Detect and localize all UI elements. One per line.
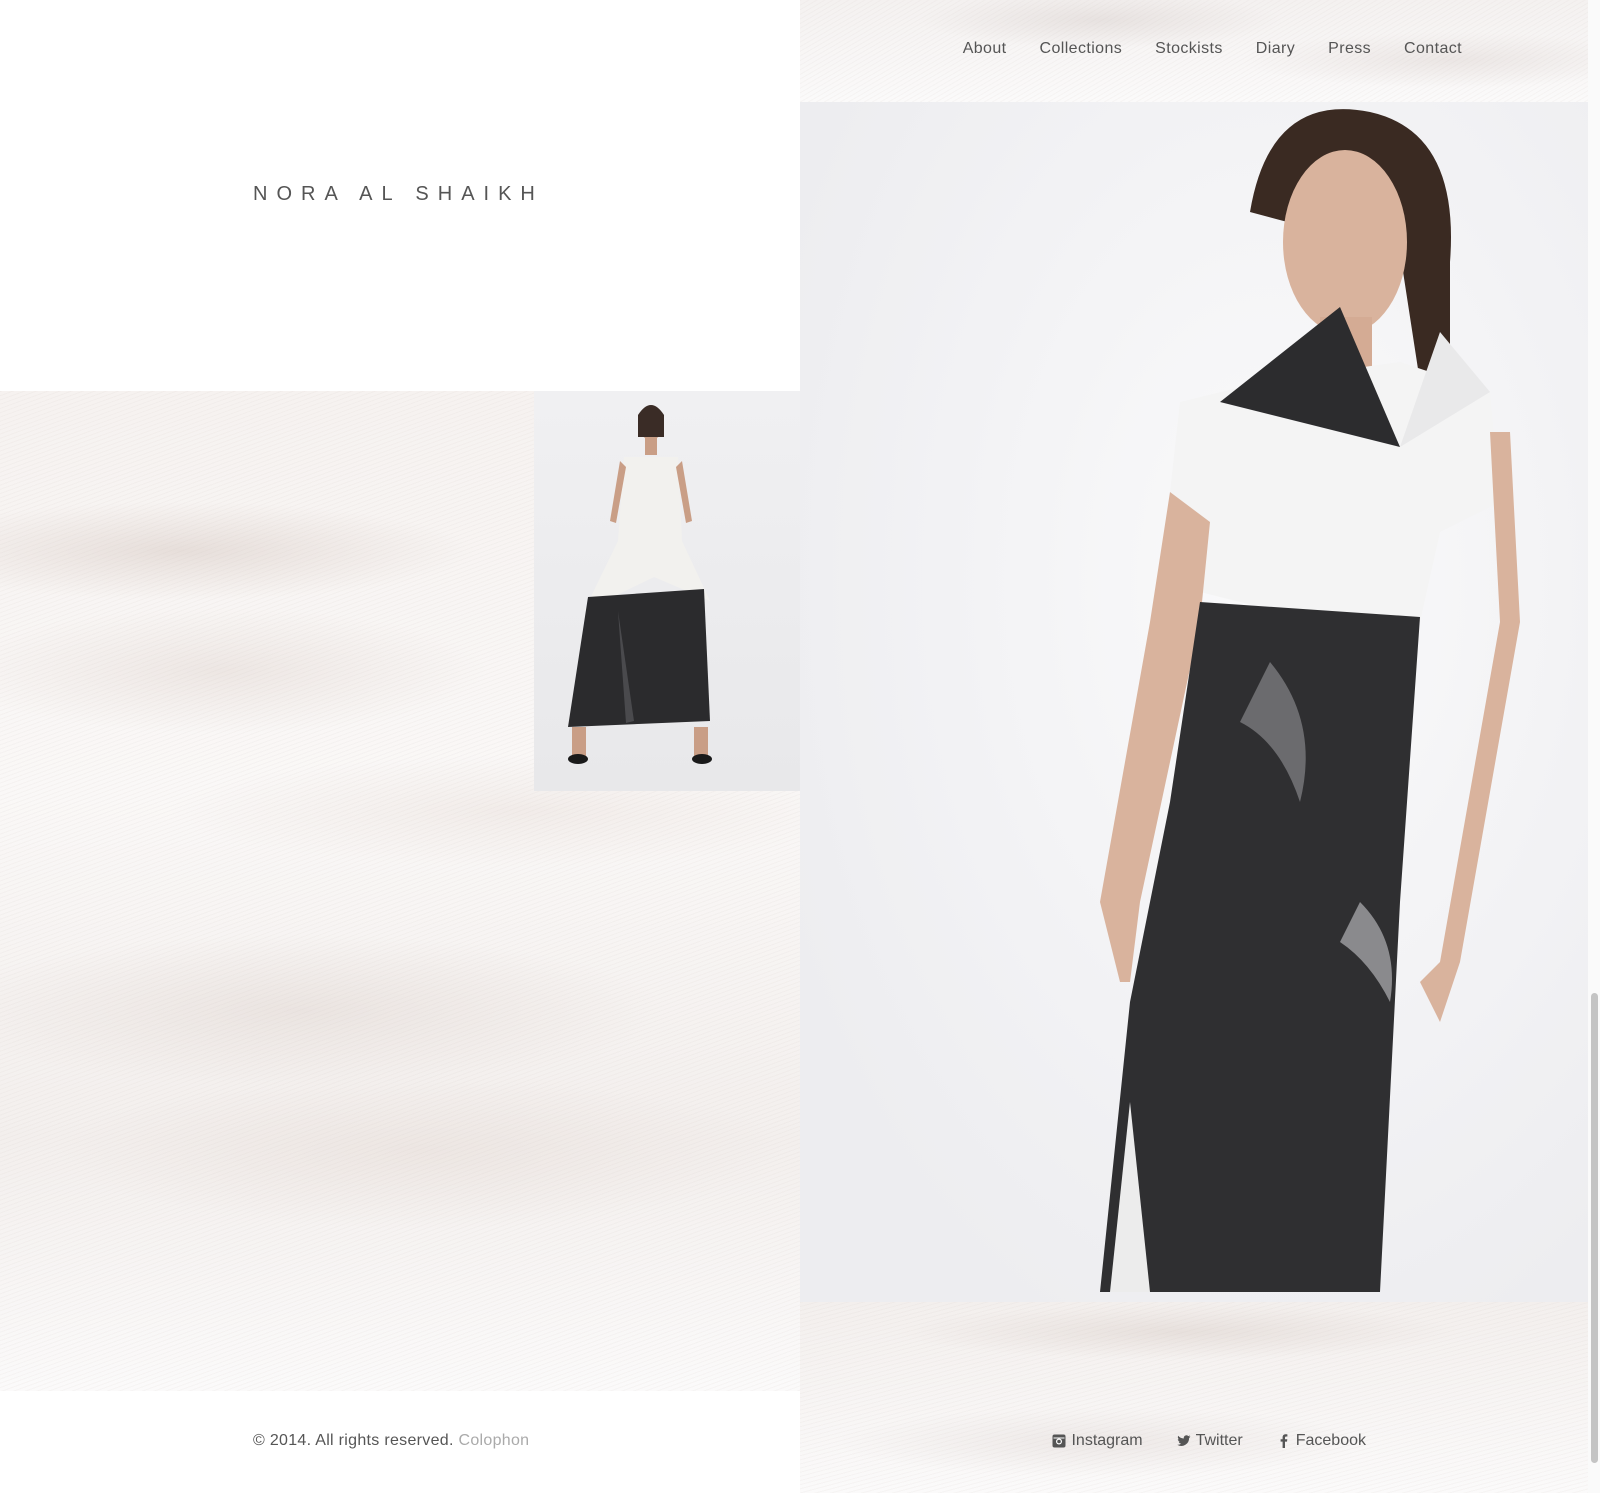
social-links: Instagram Twitter Facebook (1052, 1432, 1366, 1450)
nav-item-contact[interactable]: Contact (1404, 40, 1462, 58)
silk-background-bottom (800, 1302, 1588, 1493)
main-nav: About Collections Stockists Diary Press … (963, 40, 1462, 58)
facebook-link[interactable]: Facebook (1277, 1432, 1366, 1450)
facebook-label: Facebook (1295, 1432, 1366, 1449)
instagram-label: Instagram (1071, 1432, 1143, 1449)
nav-item-diary[interactable]: Diary (1256, 40, 1295, 58)
colophon-link[interactable]: Colophon (458, 1432, 529, 1449)
copyright-text: © 2014. All rights reserved. (253, 1432, 454, 1449)
copyright: © 2014. All rights reserved. Colophon (253, 1432, 529, 1450)
product-photo-large[interactable] (800, 102, 1588, 1302)
brand-logo[interactable]: NORA AL SHAIKH (253, 183, 544, 206)
instagram-link[interactable]: Instagram (1052, 1432, 1143, 1450)
twitter-label: Twitter (1195, 1432, 1243, 1449)
twitter-link[interactable]: Twitter (1176, 1432, 1243, 1450)
model-figure-small (568, 405, 712, 764)
twitter-icon (1176, 1435, 1191, 1446)
model-figure-large (1100, 109, 1520, 1292)
nav-item-stockists[interactable]: Stockists (1155, 40, 1223, 58)
instagram-icon (1052, 1434, 1066, 1448)
nav-item-about[interactable]: About (963, 40, 1007, 58)
scrollbar-track[interactable] (1588, 0, 1600, 1493)
facebook-icon (1280, 1434, 1288, 1448)
product-photo-small[interactable] (534, 391, 800, 791)
nav-item-collections[interactable]: Collections (1040, 40, 1123, 58)
nav-item-press[interactable]: Press (1328, 40, 1371, 58)
scrollbar-thumb[interactable] (1591, 993, 1598, 1463)
